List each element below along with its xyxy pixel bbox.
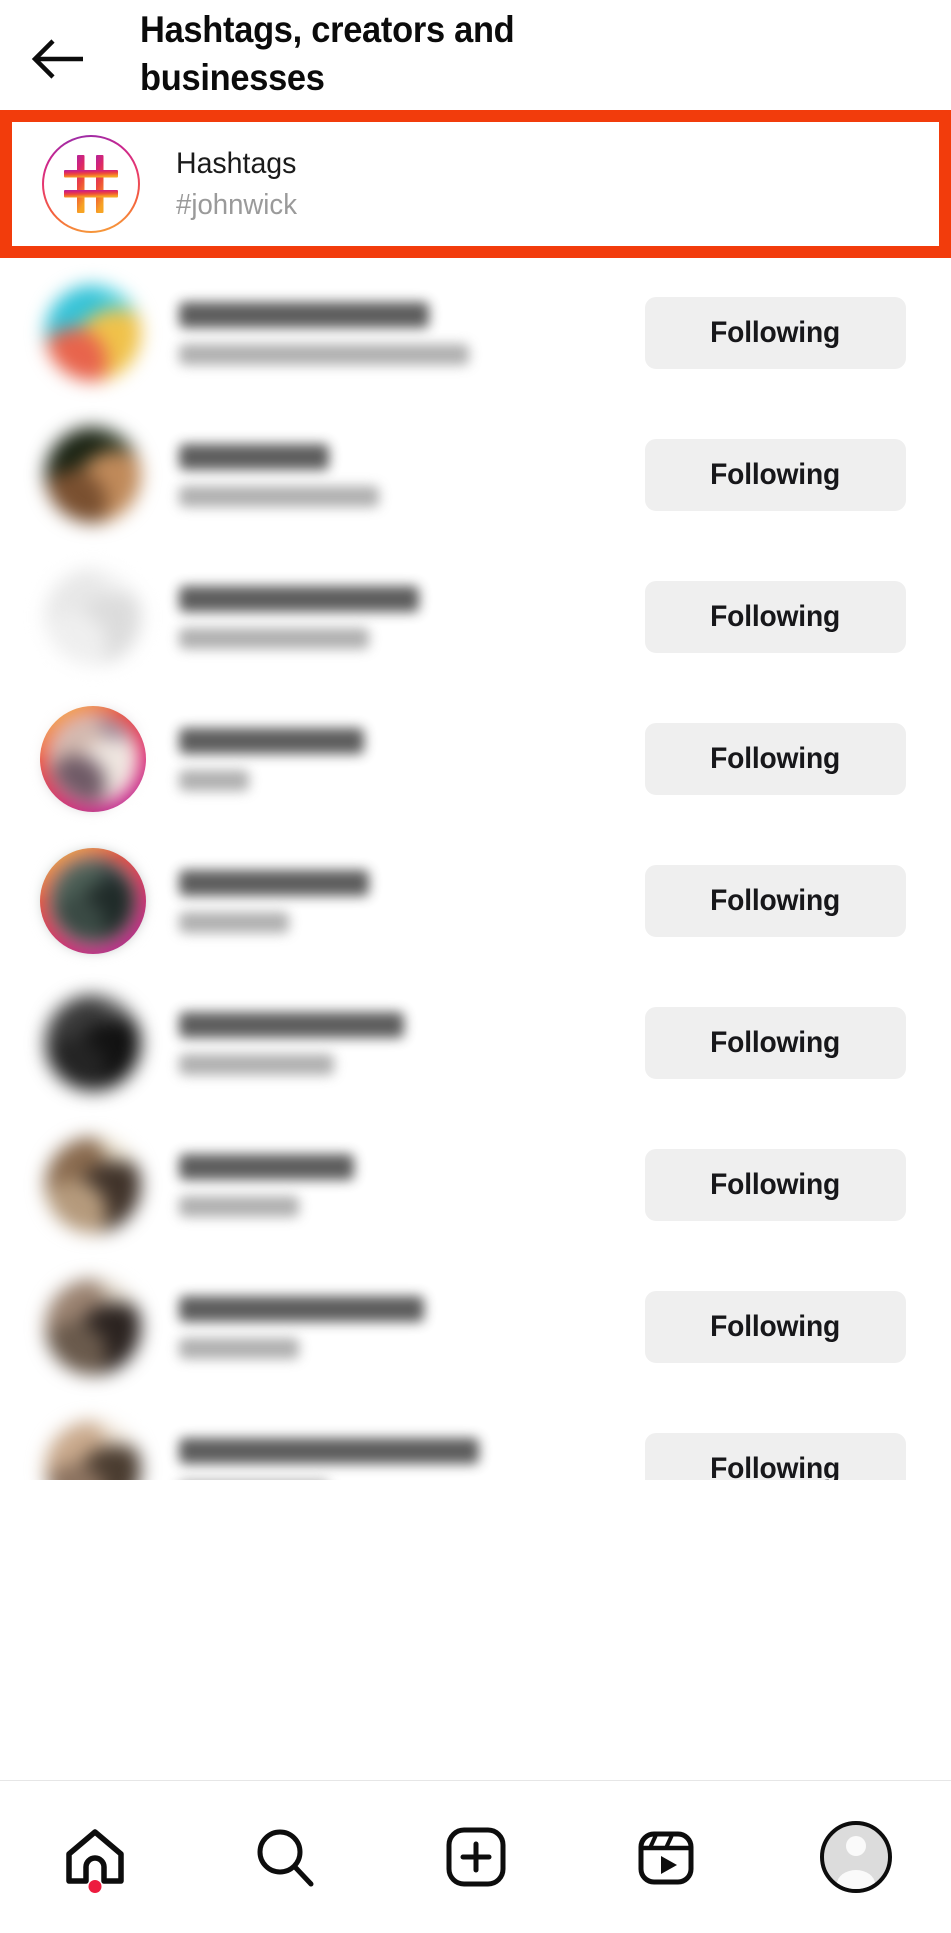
nav-home[interactable]	[0, 1781, 190, 1933]
user-result-row[interactable]: Following	[0, 262, 951, 404]
fullname-label	[179, 1337, 299, 1359]
avatar-image	[45, 569, 141, 665]
fullname-label	[179, 911, 289, 933]
following-button-label: Following	[710, 1310, 841, 1343]
profile-avatar-icon	[819, 1821, 892, 1893]
following-button-label: Following	[710, 458, 841, 491]
avatar[interactable]	[45, 1279, 141, 1375]
user-result-texts	[179, 301, 529, 365]
fullname-label	[179, 485, 379, 507]
avatar[interactable]	[45, 995, 141, 1091]
instagram-search-results-screen: Hashtags, creators and businesses Hashta…	[0, 0, 951, 1933]
username-label	[179, 443, 329, 470]
avatar-image	[47, 855, 139, 947]
nav-profile[interactable]	[761, 1781, 951, 1933]
home-notification-badge	[88, 1880, 102, 1893]
avatar-image	[45, 1137, 141, 1233]
fullname-label	[179, 769, 249, 791]
user-result-row[interactable]: Following	[0, 1114, 951, 1256]
user-result-texts	[179, 869, 529, 933]
hashtag-result-texts: Hashtags #johnwick	[176, 145, 303, 224]
search-icon	[257, 1829, 314, 1887]
fullname-label	[179, 1195, 299, 1217]
screen-header: Hashtags, creators and businesses	[0, 0, 951, 108]
fullname-label	[179, 1053, 334, 1075]
following-button[interactable]: Following	[645, 1007, 906, 1079]
username-label	[179, 1437, 479, 1464]
user-result-texts	[179, 1011, 529, 1075]
user-result-row[interactable]: Following	[0, 688, 951, 830]
avatar[interactable]	[45, 427, 141, 523]
following-button-label: Following	[710, 1452, 841, 1480]
following-button[interactable]: Following	[645, 865, 906, 937]
user-result-row[interactable]: Following	[0, 546, 951, 688]
user-result-texts	[179, 443, 529, 507]
avatar[interactable]	[45, 569, 141, 665]
username-label	[179, 1153, 354, 1180]
following-button[interactable]: Following	[645, 1291, 906, 1363]
page-title: Hashtags, creators and businesses	[140, 9, 515, 98]
username-label	[179, 1011, 404, 1038]
user-result-row[interactable]: Following	[0, 1398, 951, 1480]
home-icon	[66, 1829, 124, 1884]
following-button-label: Following	[710, 316, 841, 349]
avatar-image	[45, 427, 141, 523]
user-result-texts	[179, 1295, 529, 1359]
back-button[interactable]	[28, 28, 90, 90]
arrow-left-icon	[31, 39, 83, 79]
nav-search[interactable]	[190, 1781, 380, 1933]
search-results-user-list[interactable]: Following Following Following Following Foll…	[0, 262, 951, 1480]
hashtag-result-subtitle: #johnwick	[176, 188, 297, 221]
user-result-texts	[179, 1437, 529, 1480]
username-label	[179, 301, 429, 328]
nav-reels[interactable]	[571, 1781, 761, 1933]
avatar-image	[47, 713, 139, 805]
username-label	[179, 869, 369, 896]
fullname-label	[179, 1479, 329, 1480]
hashtag-result-title: Hashtags	[176, 146, 297, 180]
fullname-label	[179, 627, 369, 649]
following-button-label: Following	[710, 1026, 841, 1059]
search-result-hashtags[interactable]: Hashtags #johnwick	[12, 122, 939, 246]
reels-icon	[638, 1831, 694, 1885]
following-button[interactable]: Following	[645, 297, 906, 369]
username-label	[179, 585, 419, 612]
following-button[interactable]: Following	[645, 1433, 906, 1480]
hashtag-icon	[42, 135, 140, 233]
user-result-row[interactable]: Following	[0, 972, 951, 1114]
following-button[interactable]: Following	[645, 723, 906, 795]
following-button-label: Following	[710, 600, 841, 633]
following-button[interactable]: Following	[645, 1149, 906, 1221]
avatar[interactable]	[45, 1421, 141, 1480]
username-label	[179, 727, 364, 754]
user-result-texts	[179, 585, 529, 649]
avatar-image	[45, 285, 141, 381]
user-result-row[interactable]: Following	[0, 1256, 951, 1398]
avatar-image	[45, 1421, 141, 1480]
user-result-row[interactable]: Following	[0, 404, 951, 546]
following-button[interactable]: Following	[645, 581, 906, 653]
following-button-label: Following	[710, 1168, 841, 1201]
avatar[interactable]	[45, 285, 141, 381]
username-label	[179, 1295, 424, 1322]
nav-new-post[interactable]	[380, 1781, 570, 1933]
avatar[interactable]	[40, 706, 146, 812]
following-button-label: Following	[710, 742, 841, 775]
hashtag-glyph-icon	[64, 155, 118, 213]
avatar-image	[45, 1279, 141, 1375]
new-post-icon	[446, 1827, 505, 1887]
user-result-texts	[179, 727, 529, 791]
fullname-label	[179, 343, 469, 365]
following-button[interactable]: Following	[645, 439, 906, 511]
avatar[interactable]	[45, 1137, 141, 1233]
bottom-navigation-bar	[0, 1780, 951, 1933]
avatar-image	[45, 995, 141, 1091]
highlight-annotation-box: Hashtags #johnwick	[0, 110, 951, 258]
user-result-row[interactable]: Following	[0, 830, 951, 972]
avatar[interactable]	[40, 848, 146, 954]
following-button-label: Following	[710, 884, 841, 917]
user-result-texts	[179, 1153, 529, 1217]
